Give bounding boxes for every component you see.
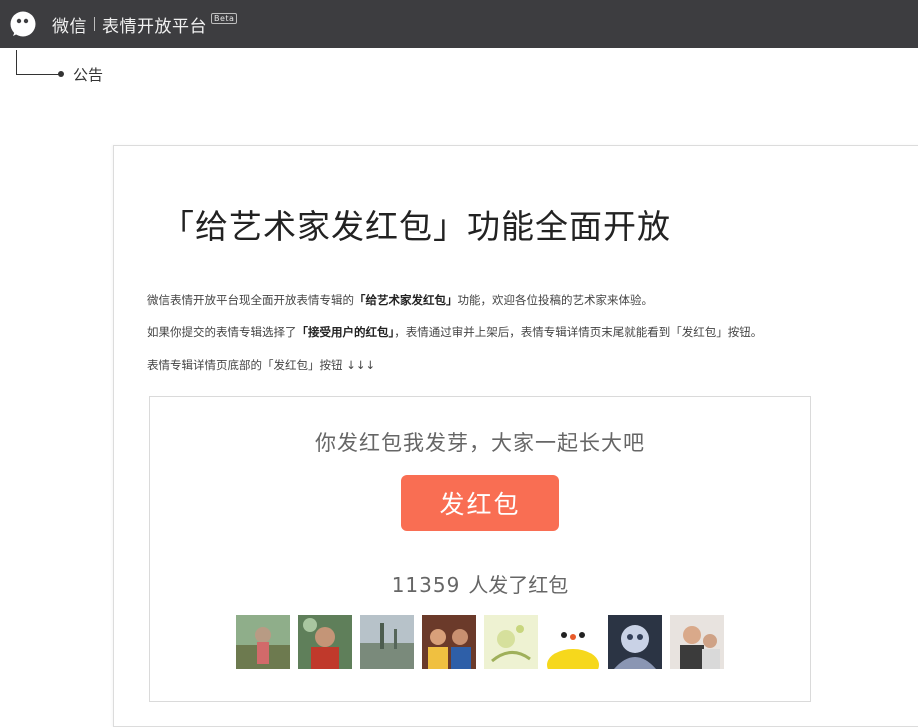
paragraph-1-highlight: 「给艺术家发红包」 <box>354 293 458 307</box>
send-red-packet-button[interactable]: 发红包 <box>401 475 559 531</box>
sender-avatar[interactable] <box>422 615 476 669</box>
beta-badge: Beta <box>211 12 238 24</box>
app-name: 微信 <box>52 16 87 37</box>
sender-avatar[interactable] <box>546 615 600 669</box>
brand-divider <box>94 17 95 31</box>
announcement-title: 「给艺术家发红包」功能全面开放 <box>161 207 671 246</box>
paragraph-1-text-after: 功能，欢迎各位投稿的艺术家来体验。 <box>457 293 654 307</box>
announcement-paragraph-2: 如果你提交的表情专辑选择了「接受用户的红包」，表情通过审并上架后，表情专辑详情页… <box>147 324 762 340</box>
breadcrumb-connector-vertical <box>16 50 17 74</box>
sender-count-number: 11359 <box>391 573 461 597</box>
red-packet-slogan: 你发红包我发芽，大家一起长大吧 <box>315 431 645 455</box>
breadcrumb-dot-icon <box>58 71 64 77</box>
sender-avatar[interactable] <box>608 615 662 669</box>
red-packet-preview: 你发红包我发芽，大家一起长大吧 发红包 11359 人发了红包 <box>149 396 811 702</box>
sender-avatar[interactable] <box>360 615 414 669</box>
platform-name: 表情开放平台 <box>102 16 207 37</box>
sender-count-suffix: 人发了红包 <box>468 573 569 597</box>
sender-avatar[interactable] <box>236 615 290 669</box>
paragraph-2-text-after: ，表情通过审并上架后，表情专辑详情页末尾就能看到「发红包」按钮。 <box>394 325 763 339</box>
announcement-paragraph-3: 表情专辑详情页底部的「发红包」按钮 ↓↓↓ <box>147 358 376 372</box>
breadcrumb-current[interactable]: 公告 <box>73 64 103 85</box>
sender-avatar[interactable] <box>298 615 352 669</box>
wechat-logo-icon[interactable] <box>8 9 38 39</box>
sender-count: 11359 人发了红包 <box>150 569 810 598</box>
announcement-paragraph-1: 微信表情开放平台现全面开放表情专辑的「给艺术家发红包」功能，欢迎各位投稿的艺术家… <box>147 292 653 308</box>
announcement-card: 「给艺术家发红包」功能全面开放 微信表情开放平台现全面开放表情专辑的「给艺术家发… <box>113 145 918 727</box>
platform-brand[interactable]: 微信 表情开放平台 Beta <box>52 12 238 37</box>
sender-avatar[interactable] <box>670 615 724 669</box>
sender-avatar-list <box>236 615 732 669</box>
paragraph-1-text-before: 微信表情开放平台现全面开放表情专辑的 <box>147 293 354 307</box>
breadcrumb-connector-horizontal <box>16 74 60 75</box>
top-navigation-bar: 微信 表情开放平台 Beta <box>0 0 918 48</box>
sender-avatar[interactable] <box>484 615 538 669</box>
paragraph-2-text-before: 如果你提交的表情专辑选择了 <box>147 325 297 339</box>
paragraph-2-highlight: 「接受用户的红包」 <box>296 325 395 339</box>
